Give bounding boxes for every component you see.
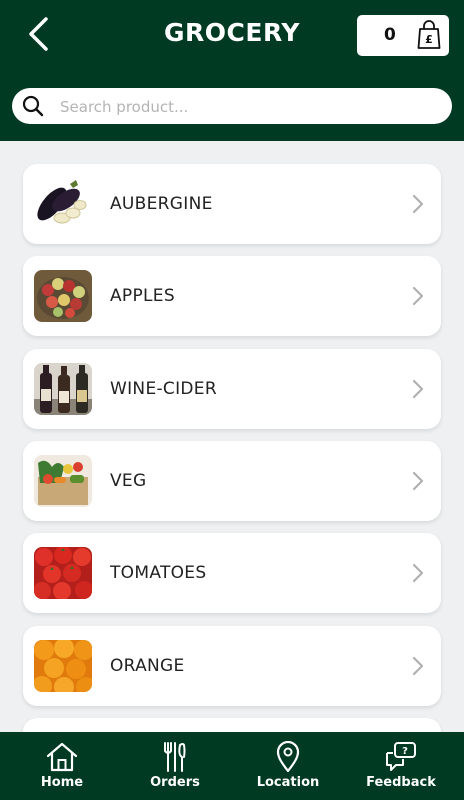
aubergine-image <box>34 178 92 230</box>
location-pin-icon <box>276 741 300 773</box>
currency-symbol: £ <box>425 33 433 46</box>
nav-home[interactable]: Home <box>4 732 120 800</box>
category-item-apples[interactable]: APPLES <box>23 256 441 336</box>
category-item-veg[interactable]: VEG <box>23 441 441 521</box>
bottom-nav: Home Orders Location ? Feedback <box>0 732 464 800</box>
nav-label: Feedback <box>366 775 436 790</box>
apples-image <box>34 270 92 322</box>
chevron-right-icon <box>412 656 424 676</box>
cart-count: 0 <box>384 25 396 45</box>
nav-label: Home <box>40 775 84 790</box>
orange-image <box>34 640 92 692</box>
category-item-partial[interactable] <box>23 718 441 732</box>
search-bar <box>12 88 452 126</box>
category-label: VEG <box>110 471 147 491</box>
svg-text:?: ? <box>402 746 408 757</box>
search-icon <box>22 95 44 117</box>
chevron-right-icon <box>412 471 424 491</box>
category-label: TOMATOES <box>110 563 207 583</box>
category-label: AUBERGINE <box>110 194 213 214</box>
tomatoes-image <box>34 547 92 599</box>
chevron-right-icon <box>412 286 424 306</box>
category-label: ORANGE <box>110 656 185 676</box>
nav-orders[interactable]: Orders <box>117 732 233 800</box>
home-icon <box>46 742 78 772</box>
category-item-orange[interactable]: ORANGE <box>23 626 441 706</box>
category-item-wine-cider[interactable]: WINE-CIDER <box>23 349 441 429</box>
category-item-aubergine[interactable]: AUBERGINE <box>23 164 441 244</box>
category-list: AUBERGINE APPLES WINE-CIDER VEG TOMATOES… <box>0 141 464 732</box>
nav-label: Orders <box>150 775 200 790</box>
shopping-bag-icon: £ <box>417 20 441 49</box>
nav-location[interactable]: Location <box>230 732 346 800</box>
grocery-screen: GROCERY 0 £ Search product... AUBERGINE … <box>0 0 464 800</box>
chevron-right-icon <box>412 379 424 399</box>
header-bar: GROCERY 0 £ <box>0 0 464 141</box>
feedback-chat-icon: ? <box>386 742 416 771</box>
wine-cider-image <box>34 363 92 415</box>
category-label: WINE-CIDER <box>110 379 217 399</box>
nav-label: Location <box>256 775 320 790</box>
chevron-right-icon <box>412 563 424 583</box>
nav-feedback[interactable]: ? Feedback <box>343 732 459 800</box>
category-item-tomatoes[interactable]: TOMATOES <box>23 533 441 613</box>
veg-image <box>34 455 92 507</box>
category-label: APPLES <box>110 286 175 306</box>
cutlery-icon <box>164 742 186 772</box>
cart-button[interactable]: 0 £ <box>357 15 449 56</box>
chevron-right-icon <box>412 194 424 214</box>
search-input[interactable] <box>58 88 442 126</box>
